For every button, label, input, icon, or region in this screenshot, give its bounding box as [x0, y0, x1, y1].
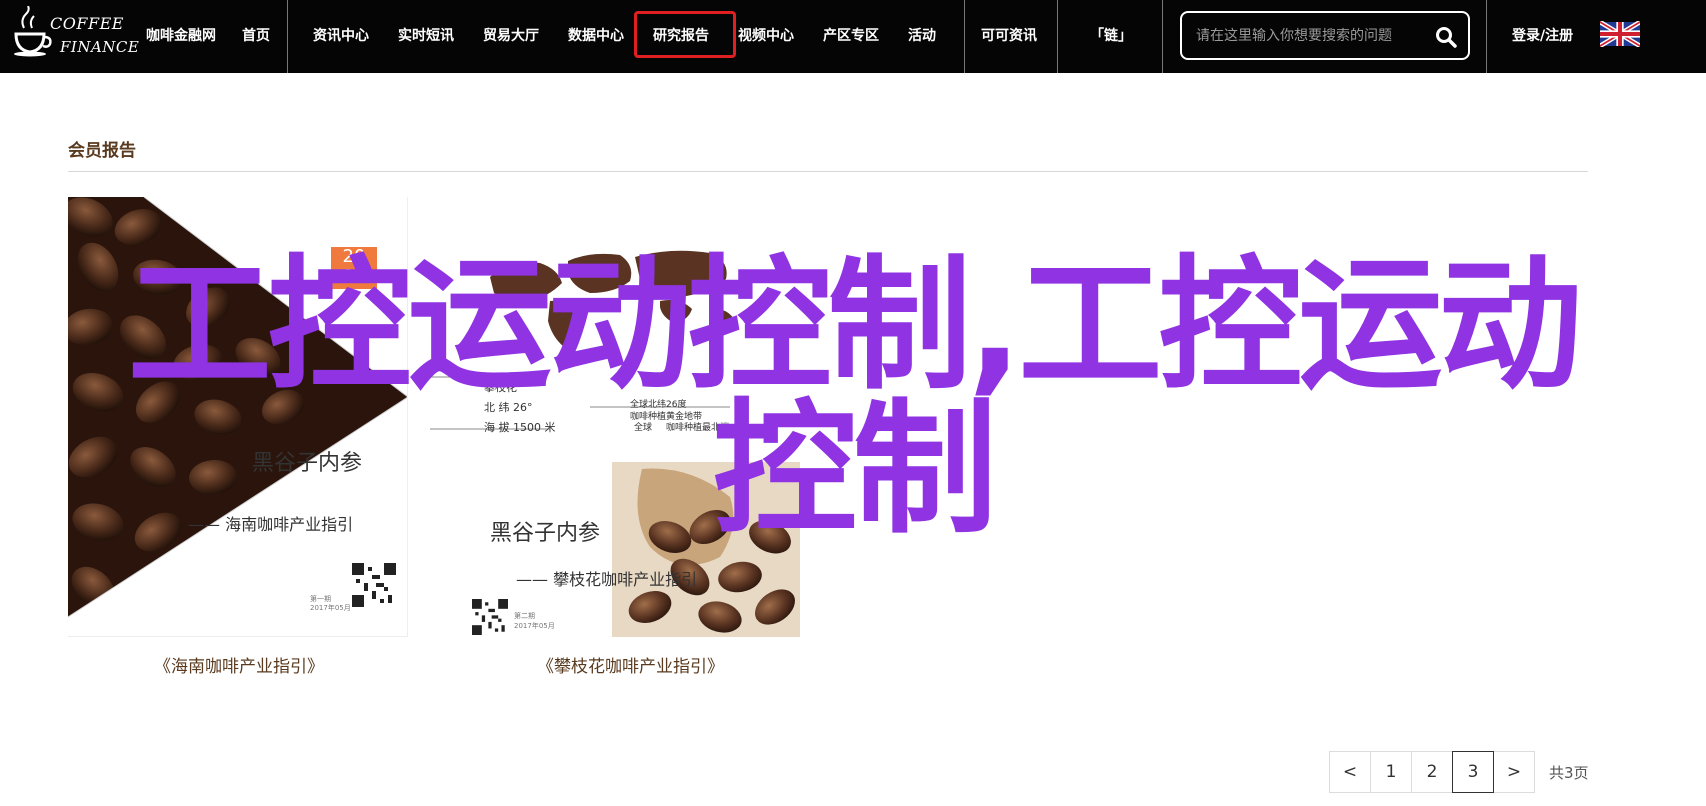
nav-events[interactable]: 活动 — [908, 24, 936, 48]
book-subtitle: —— 海南咖啡产业指引 — [188, 515, 354, 534]
map-label-altitude: 海 拔 1500 米 — [484, 421, 556, 434]
badge-year-bottom: 17 — [342, 266, 366, 287]
nav-producing-regions[interactable]: 产区专区 — [823, 24, 879, 48]
map-label-latitude: 北 纬 26° — [484, 401, 533, 414]
report-cover-panzhihua[interactable]: 攀枝花 北 纬 26° 海 拔 1500 米 全球北纬26度 咖啡种植黄金地带 … — [430, 197, 800, 637]
book-title: 黑谷子内参 — [490, 521, 601, 546]
nav-divider — [287, 0, 288, 73]
nav-coffee-finance[interactable]: 咖啡金融网 — [146, 24, 216, 48]
nav-divider — [1162, 0, 1163, 73]
nav-divider — [1486, 0, 1487, 73]
report-cover-hainan[interactable]: 20 17 黑谷子内参 —— 海南咖啡产业指引 第一期 2017年05月 — [68, 197, 408, 637]
map-note-northernmost: 咖啡种植最北端 — [666, 423, 730, 433]
map-note-global: 全球 — [634, 423, 653, 433]
nav-research-reports[interactable]: 研究报告 — [653, 24, 709, 48]
nav-trade-hall[interactable]: 贸易大厅 — [483, 24, 539, 48]
coffee-finance-logo[interactable]: COFFEE FINANCE — [10, 6, 139, 64]
top-navigation-bar: COFFEE FINANCE 咖啡金融网 首页 资讯中心 实时短讯 贸易大厅 数… — [0, 0, 1706, 73]
pagination-total: 共3页 — [1549, 764, 1589, 782]
section-title: 会员报告 — [68, 141, 136, 161]
map-label-location: 攀枝花 — [484, 381, 517, 394]
pagination-page-1[interactable]: 1 — [1370, 751, 1412, 793]
book-subtitle: —— 攀枝花咖啡产业指引 — [516, 570, 698, 589]
nav-chain[interactable]: 「链」 — [1090, 24, 1132, 48]
uk-flag-icon[interactable] — [1600, 21, 1640, 47]
issue-date: 2017年05月 — [514, 622, 555, 630]
nav-divider — [1057, 0, 1058, 73]
search-input[interactable] — [1196, 25, 1426, 47]
nav-divider — [964, 0, 965, 73]
login-register-link[interactable]: 登录/注册 — [1512, 24, 1573, 48]
search-icon[interactable] — [1434, 25, 1458, 49]
pagination-next-button[interactable]: > — [1493, 751, 1535, 793]
pagination-page-3-current[interactable]: 3 — [1452, 751, 1494, 793]
pagination-page-2[interactable]: 2 — [1411, 751, 1453, 793]
section-divider — [68, 171, 1588, 172]
nav-home[interactable]: 首页 — [242, 24, 270, 48]
badge-year-top: 20 — [342, 246, 366, 267]
issue-number: 第二期 — [514, 612, 535, 620]
nav-news-center[interactable]: 资讯中心 — [313, 24, 369, 48]
qr-code-icon — [472, 599, 508, 635]
pagination: < 1 2 3 > — [1329, 751, 1535, 793]
logo-text-finance: FINANCE — [60, 38, 140, 56]
logo-text-coffee: COFFEE — [50, 14, 124, 33]
search-box — [1180, 11, 1470, 60]
report-caption-hainan[interactable]: 《海南咖啡产业指引》 — [154, 652, 324, 677]
report-caption-panzhihua[interactable]: 《攀枝花咖啡产业指引》 — [537, 652, 724, 677]
qr-code-icon — [352, 563, 396, 607]
nav-video-center[interactable]: 视频中心 — [738, 24, 794, 48]
book-title: 黑谷子内参 — [252, 451, 363, 476]
pagination-prev-button[interactable]: < — [1329, 751, 1371, 793]
nav-data-center[interactable]: 数据中心 — [568, 24, 624, 48]
nav-realtime-briefs[interactable]: 实时短讯 — [398, 24, 454, 48]
issue-date: 2017年05月 — [310, 604, 351, 612]
nav-cocoa-news[interactable]: 可可资讯 — [981, 24, 1037, 48]
year-badge: 20 17 — [331, 247, 377, 289]
